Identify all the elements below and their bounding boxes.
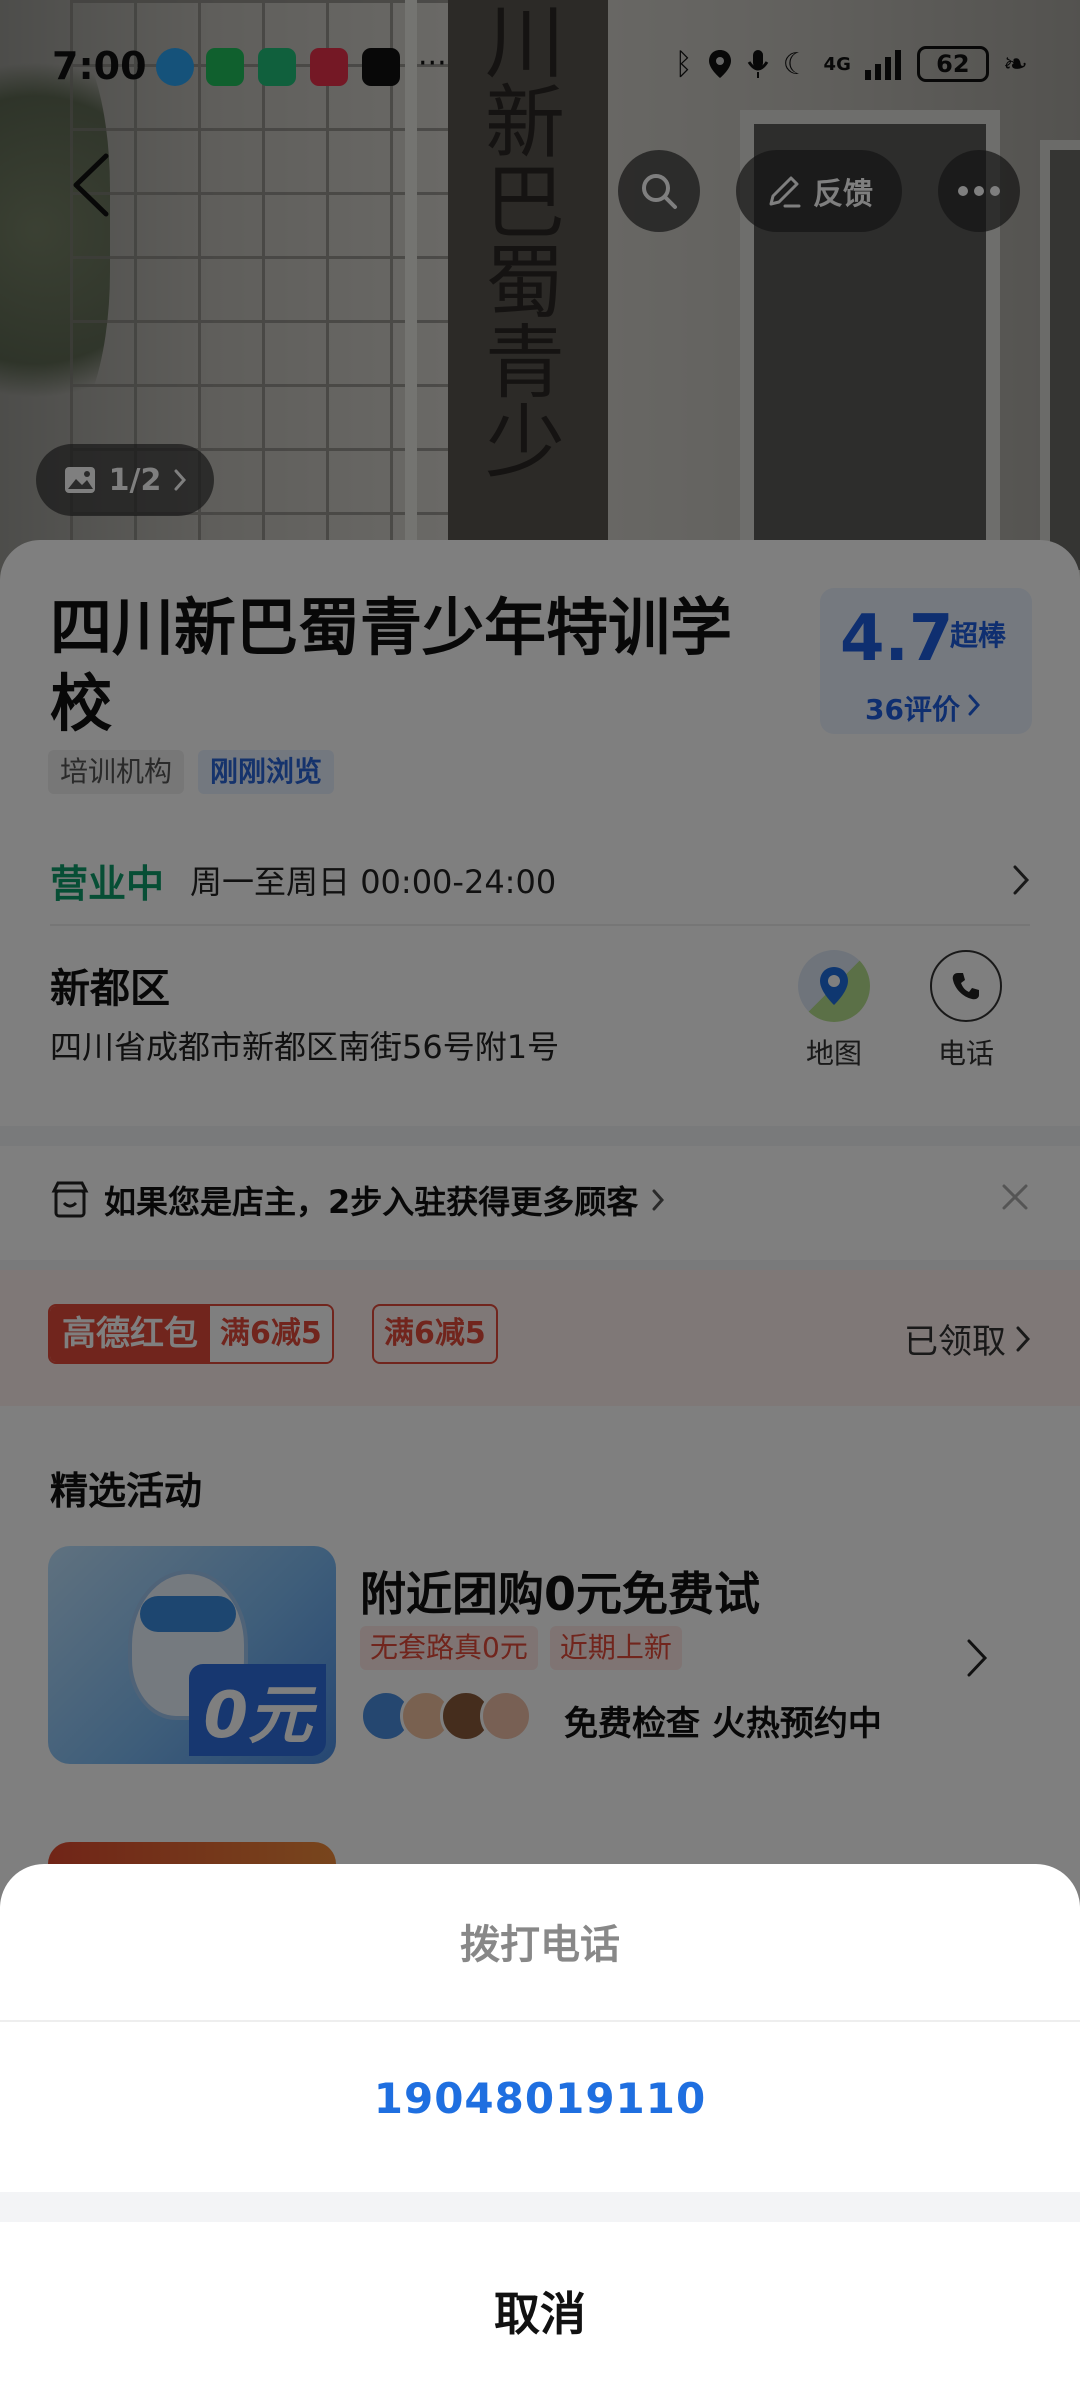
cancel-button[interactable]: 取消 (0, 2278, 1080, 2344)
sheet-title: 拨打电话 (460, 1922, 620, 1968)
call-bottom-sheet: 拨打电话 19048019110 取消 (0, 1864, 1080, 2388)
phone-number-option[interactable]: 19048019110 (0, 2074, 1080, 2123)
sheet-separator (0, 2192, 1080, 2222)
divider (0, 2020, 1080, 2022)
